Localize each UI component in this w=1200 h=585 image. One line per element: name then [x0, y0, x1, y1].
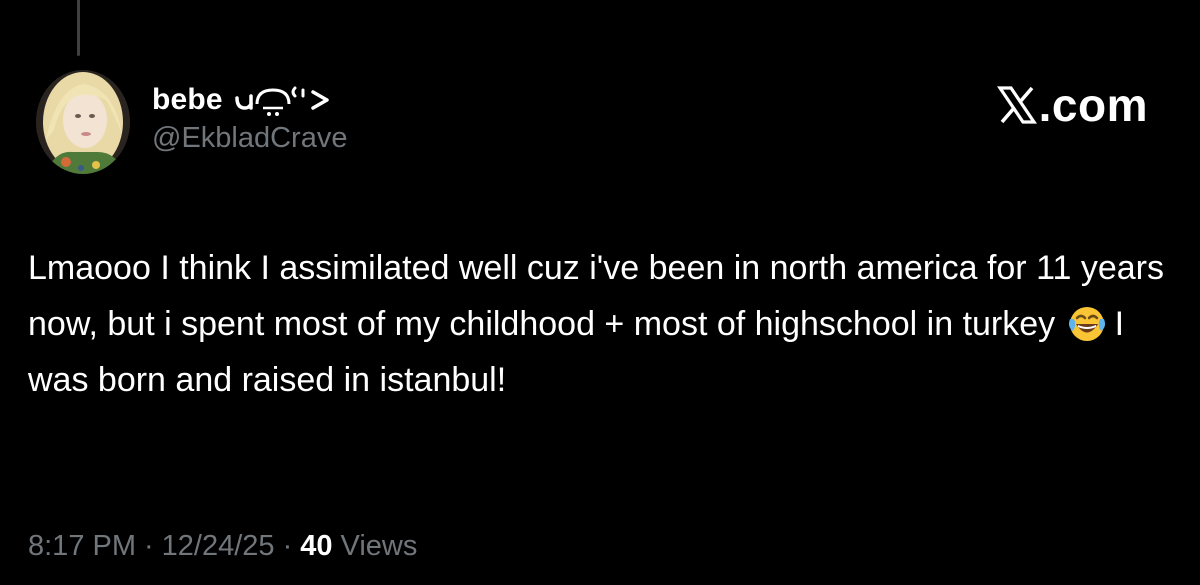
- thread-connector-line: [77, 0, 80, 56]
- tweet-date[interactable]: 12/24/25: [162, 530, 275, 563]
- x-logo-icon: [996, 85, 1037, 125]
- display-name[interactable]: bebe: [152, 83, 223, 117]
- views-count[interactable]: 40: [300, 530, 332, 563]
- avatar[interactable]: [36, 70, 130, 174]
- views-label: Views: [340, 530, 418, 562]
- user-handle[interactable]: @EkbladCrave: [152, 122, 347, 155]
- tweet-text-part-1: Lmaooo I think I assimilated well cuz i'…: [28, 249, 1164, 343]
- face-with-tears-of-joy-emoji-icon: [1067, 303, 1107, 343]
- meta-separator: ·: [282, 530, 293, 562]
- tweet-body: Lmaooo I think I assimilated well cuz i'…: [28, 240, 1168, 408]
- tweet-time[interactable]: 8:17 PM: [28, 530, 136, 563]
- brand-watermark: .com: [996, 78, 1148, 132]
- tweet-metadata: 8:17 PM · 12/24/25 · 40 Views: [28, 530, 417, 563]
- cat-kaomoji-icon: [233, 82, 341, 118]
- brand-domain-text: .com: [1038, 79, 1148, 131]
- tweet-author[interactable]: bebe @EkbladCrave: [152, 80, 347, 155]
- meta-separator: ·: [144, 530, 154, 562]
- display-name-row: bebe: [152, 80, 347, 120]
- avatar-image: [36, 70, 130, 174]
